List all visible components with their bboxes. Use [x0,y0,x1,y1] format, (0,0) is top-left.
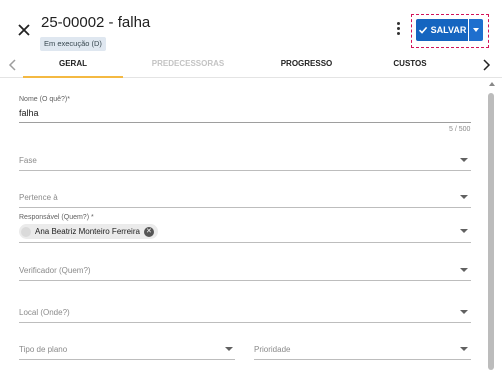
responsible-underline [19,242,471,243]
belongs-to-placeholder: Pertence à [19,193,58,202]
close-icon[interactable] [14,20,34,40]
task-dialog: 25-00002 - falha Em execução (D) SALVAR … [0,0,502,370]
priority-placeholder: Prioridade [254,345,291,354]
chevron-down-icon[interactable] [460,195,468,199]
phase-select[interactable]: Fase [19,155,471,173]
phase-underline [19,170,471,171]
verifier-select[interactable]: Verificador (Quem?) [19,265,471,283]
chevron-down-icon[interactable] [460,229,468,233]
plan-type-placeholder: Tipo de plano [19,345,68,354]
priority-select[interactable]: Prioridade [254,344,471,362]
save-options-dropdown[interactable] [469,19,483,41]
chevron-down-icon[interactable] [460,158,468,162]
save-button[interactable]: SALVAR [416,19,468,41]
scroll-up-icon[interactable] [489,82,495,86]
name-label: Nome (O quê?)* [19,96,70,103]
tab-geral[interactable]: GERAL [23,52,123,78]
responsible-chip-label: Ana Beatriz Monteiro Ferreira [35,227,140,236]
chevron-left-icon[interactable] [7,58,19,72]
responsible-label: Responsável (Quem?) * [19,214,94,221]
avatar [21,226,31,237]
plan-type-select[interactable]: Tipo de plano [19,344,235,362]
name-underline [19,122,471,123]
name-char-counter: 5 / 500 [449,126,471,133]
save-button-label: SALVAR [430,25,467,35]
tab-bar: GERAL PREDECESSORAS PROGRESSO CUSTOS [0,52,502,78]
name-field[interactable]: Nome (O quê?)* falha [19,96,471,126]
priority-underline [254,359,471,360]
page-title: 25-00002 - falha [41,14,151,31]
check-icon [418,26,427,34]
chevron-down-icon[interactable] [460,310,468,314]
plan-type-underline [19,359,235,360]
scrollbar-thumb[interactable] [488,93,494,370]
chevron-down-icon[interactable] [460,268,468,272]
phase-placeholder: Fase [19,156,37,165]
location-placeholder: Local (Onde?) [19,308,70,317]
chevron-down-icon[interactable] [225,347,233,351]
status-badge: Em execução (D) [40,37,106,51]
cancel-chip-icon[interactable]: ✕ [143,226,154,237]
tab-custos[interactable]: CUSTOS [360,52,460,78]
responsible-chip[interactable]: Ana Beatriz Monteiro Ferreira ✕ [19,224,158,239]
tab-progresso[interactable]: PROGRESSO [253,52,360,78]
verifier-placeholder: Verificador (Quem?) [19,266,91,275]
tab-predecessoras[interactable]: PREDECESSORAS [123,52,253,78]
belongs-to-underline [19,207,471,208]
more-vert-icon[interactable] [393,21,403,39]
location-underline [19,322,471,323]
belongs-to-select[interactable]: Pertence à [19,192,471,210]
verifier-underline [19,280,471,281]
chevron-down-icon[interactable] [460,347,468,351]
location-select[interactable]: Local (Onde?) [19,307,471,325]
chevron-right-icon[interactable] [480,58,492,72]
name-value: falha [19,108,39,118]
